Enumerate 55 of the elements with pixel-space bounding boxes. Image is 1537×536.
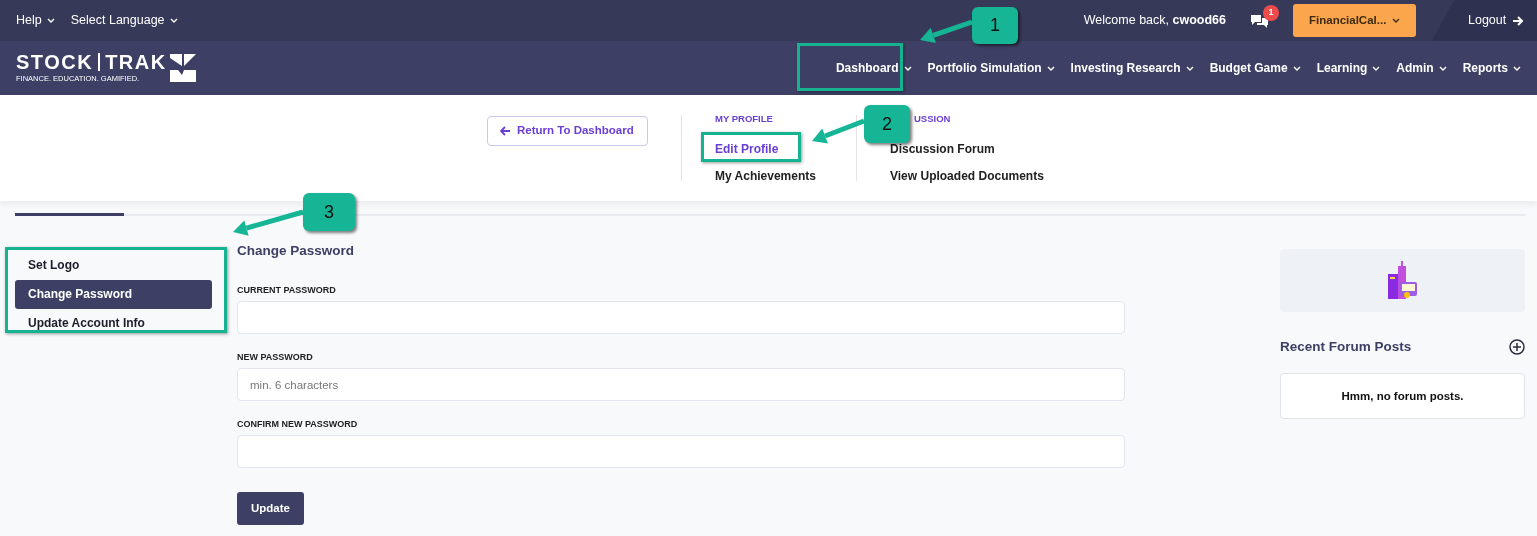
account-dropdown[interactable]: FinancialCal... [1293, 4, 1416, 37]
callout-arrow [812, 118, 865, 144]
empty-message: Hmm, no forum posts. [1280, 373, 1525, 420]
help-menu[interactable]: Help [16, 11, 55, 30]
menu-link[interactable]: Discussion Forum [890, 140, 1156, 159]
form-title: Change Password [237, 242, 356, 260]
field-label: CURRENT PASSWORD [237, 285, 337, 297]
arrow-right-icon [1513, 15, 1525, 26]
sidebar-item[interactable]: Change Password [15, 280, 212, 309]
password-field[interactable]: min. 6 characters [237, 368, 1125, 402]
arrow-left-icon [500, 126, 510, 136]
caret-icon [903, 66, 912, 72]
callout-arrow [920, 19, 973, 43]
caret-icon [1292, 66, 1301, 72]
sidebar-item[interactable]: Update Account Info [15, 309, 212, 338]
language-menu[interactable]: Select Language [70, 11, 178, 30]
update-button[interactable]: Update [237, 492, 304, 526]
field-label: NEW PASSWORD [237, 352, 314, 364]
password-field[interactable] [237, 435, 1125, 469]
caret-icon [46, 18, 55, 24]
logo-icon [169, 54, 196, 82]
callout-arrow [233, 209, 304, 236]
nav-menu-item[interactable]: Dashboard [827, 59, 920, 77]
callout-number: 2 [864, 105, 910, 143]
caret-icon [1372, 66, 1381, 72]
nav-menu-item[interactable]: Reports [1454, 59, 1529, 77]
callout-number: 1 [972, 7, 1018, 44]
caret-icon [1185, 66, 1194, 72]
nav-menu-item[interactable]: Admin [1388, 59, 1455, 77]
caret-icon [1046, 66, 1055, 72]
welcome-text: Welcome back, cwood66 [1083, 12, 1226, 30]
field-label: CONFIRM NEW PASSWORD [237, 419, 359, 431]
caret-icon [169, 18, 178, 24]
section-heading: MY PROFILE [715, 112, 774, 126]
caret-icon [1513, 66, 1521, 72]
nav-menu-item[interactable]: Investing Research [1062, 59, 1202, 77]
caret-icon [1438, 66, 1447, 72]
notification-badge: 1 [1263, 4, 1279, 21]
buildings-icon [1387, 260, 1418, 301]
sidebar-item[interactable]: Set Logo [15, 251, 212, 280]
chat-icon[interactable] [1250, 12, 1269, 29]
nav-menu-item[interactable]: Portfolio Simulation [919, 59, 1063, 77]
panel-title: Recent Forum Posts [1280, 338, 1412, 356]
section-heading: USSION [914, 112, 952, 126]
menu-link[interactable]: My Achievements [715, 167, 856, 186]
nav-menu-item[interactable]: Learning [1308, 59, 1389, 77]
brand-name: STOCK TRAK [16, 52, 167, 72]
add-icon[interactable] [1509, 339, 1525, 356]
menu-link[interactable]: Edit Profile [715, 140, 856, 159]
password-field[interactable] [237, 301, 1125, 335]
callout-number: 3 [303, 193, 355, 231]
caret-icon [1392, 18, 1400, 23]
menu-link[interactable]: View Uploaded Documents [890, 167, 1156, 186]
nav-menu-item[interactable]: Budget Game [1201, 59, 1309, 77]
return-button[interactable]: Return To Dashboard [487, 116, 648, 146]
